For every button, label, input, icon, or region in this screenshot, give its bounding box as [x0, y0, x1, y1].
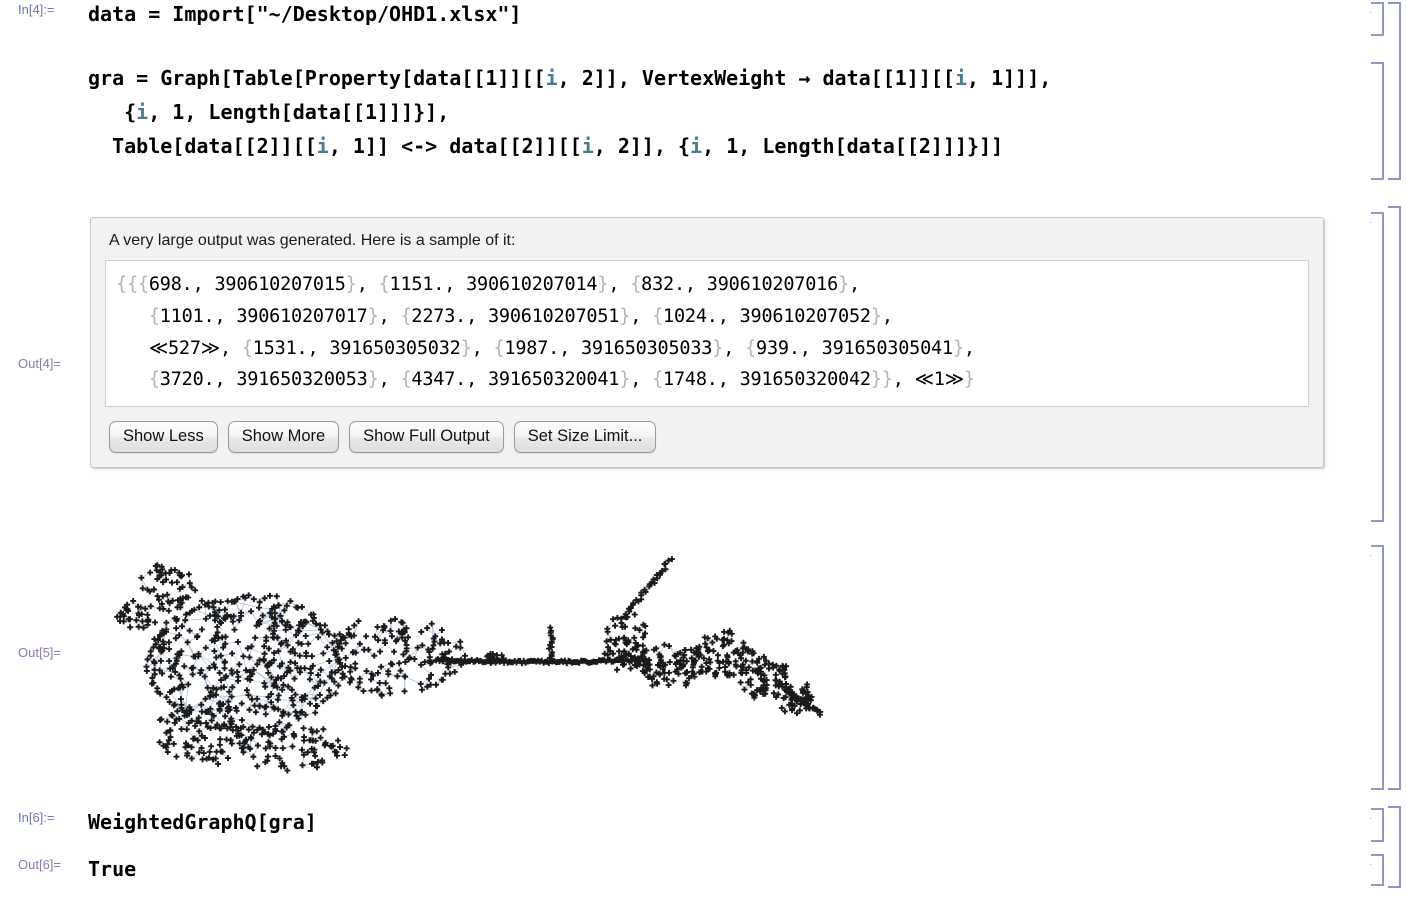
in-label-4: In[4]:=	[18, 2, 55, 17]
out-label-5: Out[5]=	[18, 645, 61, 660]
out-label-4: Out[4]=	[18, 356, 61, 371]
cell-bracket-in-5[interactable]	[1371, 62, 1384, 180]
code-in-5-line-3[interactable]: Table[data[[2]][[i, 1]] <-> data[[2]][[i…	[88, 134, 1003, 158]
set-size-limit-button[interactable]: Set Size Limit...	[513, 421, 657, 454]
output-sample-box: {{{698., 390610207015}, {1151., 39061020…	[105, 260, 1309, 408]
code-in-6[interactable]: WeightedGraphQ[gra]	[88, 810, 317, 834]
output-sample-line: {3720., 391650320053}, {4347., 391650320…	[148, 369, 975, 391]
network-graph-svg	[114, 556, 824, 774]
cell-group-bracket-3[interactable]	[1388, 806, 1401, 888]
output-sample-line: {{{698., 390610207015}, {1151., 39061020…	[116, 274, 860, 295]
graph-visualization[interactable]	[96, 548, 826, 778]
value-out-6: True	[88, 857, 137, 881]
cell-bracket-out-6[interactable]	[1371, 854, 1384, 886]
output-sample-line: ≪527≫, {1531., 391650305032}, {1987., 39…	[116, 337, 975, 359]
in-label-6: In[6]:=	[18, 810, 55, 825]
show-more-button[interactable]: Show More	[227, 421, 340, 454]
show-full-output-button[interactable]: Show Full Output	[349, 421, 504, 454]
bracket-nib-icon	[1370, 810, 1379, 819]
code-in-5-line-1[interactable]: gra = Graph[Table[Property[data[[1]][[i,…	[88, 66, 1051, 90]
bracket-nib-icon	[1370, 856, 1379, 865]
cell-bracket-in-4[interactable]	[1371, 2, 1384, 36]
graph-vertices	[114, 556, 824, 774]
out-label-6: Out[6]=	[18, 857, 61, 872]
large-output-message: A very large output was generated. Here …	[109, 232, 516, 249]
code-in-4[interactable]: data = Import["~/Desktop/OHD1.xlsx"]	[88, 2, 521, 26]
cell-group-bracket-1[interactable]	[1388, 2, 1401, 180]
cell-bracket-in-6[interactable]	[1371, 808, 1384, 842]
output-sample-line: {1101., 390610207017}, {2273., 390610207…	[148, 305, 893, 327]
cell-group-bracket-2[interactable]	[1388, 206, 1401, 790]
cell-bracket-out-5[interactable]	[1371, 545, 1384, 790]
bracket-nib-icon	[1370, 214, 1379, 223]
code-in-5-line-2[interactable]: {i, 1, Length[data[[1]]]}],	[88, 100, 449, 124]
show-less-button[interactable]: Show Less	[109, 421, 218, 454]
large-output-panel: A very large output was generated. Here …	[90, 217, 1324, 469]
cell-bracket-out-4[interactable]	[1371, 212, 1384, 522]
bracket-nib-icon	[1370, 547, 1379, 556]
bracket-nib-icon	[1370, 4, 1379, 13]
output-button-row: Show Less Show More Show Full Output Set…	[91, 407, 1323, 467]
